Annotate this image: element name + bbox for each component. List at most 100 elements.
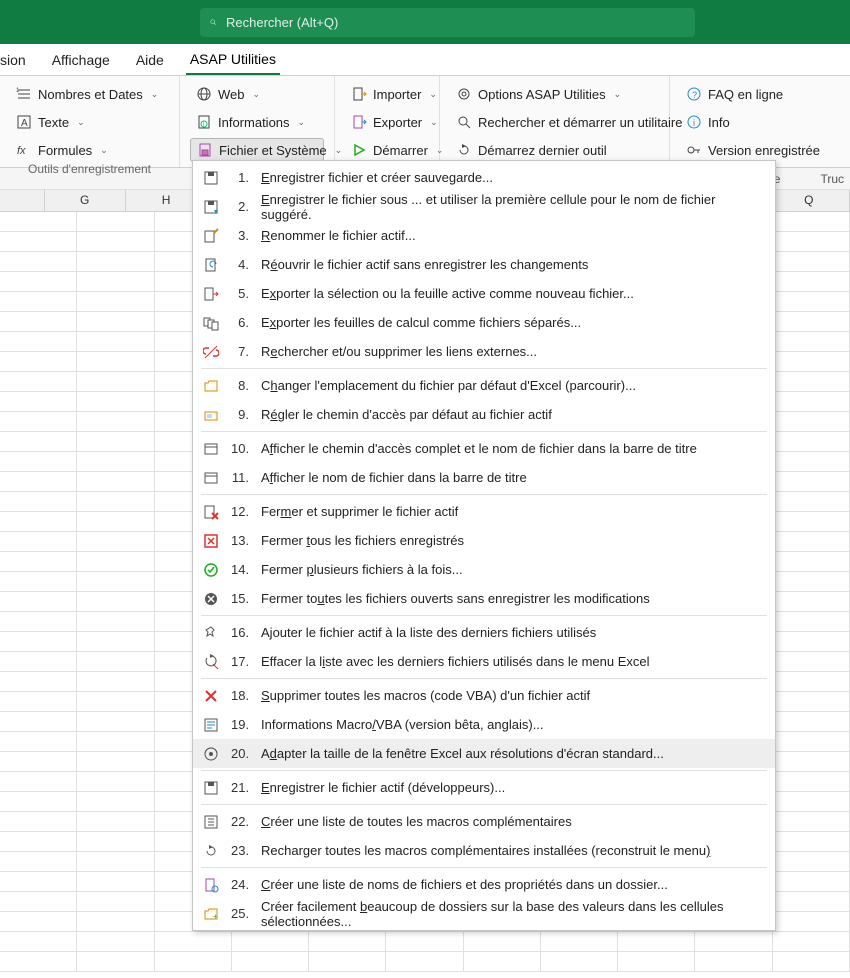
cell[interactable] — [386, 932, 463, 952]
cell[interactable] — [232, 952, 309, 972]
cell[interactable] — [773, 412, 850, 432]
cell[interactable] — [77, 372, 154, 392]
tab-asap-utilities[interactable]: ASAP Utilities — [186, 45, 280, 75]
cell[interactable] — [773, 452, 850, 472]
cell[interactable] — [773, 632, 850, 652]
cell[interactable] — [77, 352, 154, 372]
cell[interactable] — [773, 292, 850, 312]
cell[interactable] — [773, 572, 850, 592]
cell[interactable] — [0, 412, 77, 432]
menu-item-5[interactable]: 5.Exporter la sélection ou la feuille ac… — [193, 279, 775, 308]
cell[interactable] — [77, 912, 154, 932]
cell[interactable] — [0, 912, 77, 932]
cell[interactable] — [0, 392, 77, 412]
cell[interactable] — [773, 712, 850, 732]
cell[interactable] — [0, 212, 77, 232]
menu-item-19[interactable]: 19.Informations Macro/VBA (version bêta,… — [193, 710, 775, 739]
menu-item-18[interactable]: 18.Supprimer toutes les macros (code VBA… — [193, 681, 775, 710]
cell[interactable] — [77, 232, 154, 252]
menu-item-17[interactable]: 17.Effacer la liste avec les derniers fi… — [193, 647, 775, 676]
menu-item-16[interactable]: 16.Ajouter le fichier actif à la liste d… — [193, 618, 775, 647]
cell[interactable] — [773, 852, 850, 872]
cell[interactable] — [0, 252, 77, 272]
cell[interactable] — [386, 952, 463, 972]
cell[interactable] — [773, 912, 850, 932]
demarrer-button[interactable]: Démarrer⌄ — [345, 138, 429, 162]
cell[interactable] — [0, 652, 77, 672]
cell[interactable] — [77, 892, 154, 912]
info-button[interactable]: i Info — [680, 110, 835, 134]
cell[interactable] — [695, 932, 772, 952]
cell[interactable] — [77, 512, 154, 532]
cell[interactable] — [0, 312, 77, 332]
cell[interactable] — [155, 932, 232, 952]
cell[interactable] — [77, 392, 154, 412]
tab-partial-sion[interactable]: sion — [0, 46, 30, 74]
cell[interactable] — [0, 952, 77, 972]
cell[interactable] — [773, 672, 850, 692]
cell[interactable] — [77, 752, 154, 772]
menu-item-20[interactable]: 20.Adapter la taille de la fenêtre Excel… — [193, 739, 775, 768]
cell[interactable] — [77, 212, 154, 232]
version-button[interactable]: Version enregistrée — [680, 138, 835, 162]
cell[interactable] — [773, 432, 850, 452]
cell[interactable] — [695, 952, 772, 972]
cell[interactable] — [77, 572, 154, 592]
cell[interactable] — [773, 652, 850, 672]
cell[interactable] — [77, 872, 154, 892]
cell[interactable] — [0, 232, 77, 252]
tab-aide[interactable]: Aide — [132, 46, 168, 74]
cell[interactable] — [773, 872, 850, 892]
cell[interactable] — [77, 312, 154, 332]
cell[interactable] — [464, 932, 541, 952]
texte-button[interactable]: A Texte⌄ — [10, 110, 169, 134]
cell[interactable] — [0, 872, 77, 892]
menu-item-3[interactable]: 3.Renommer le fichier actif... — [193, 221, 775, 250]
importer-button[interactable]: Importer⌄ — [345, 82, 429, 106]
cell[interactable] — [0, 592, 77, 612]
fichier-et-systeme-button[interactable]: Fichier et Système⌄ — [190, 138, 324, 162]
informations-button[interactable]: i Informations⌄ — [190, 110, 324, 134]
cell[interactable] — [618, 952, 695, 972]
cell[interactable] — [77, 332, 154, 352]
cell[interactable] — [773, 332, 850, 352]
demarrez-dernier-button[interactable]: Démarrez dernier outil — [450, 138, 659, 162]
cell[interactable] — [773, 752, 850, 772]
cell[interactable] — [773, 272, 850, 292]
cell[interactable] — [77, 692, 154, 712]
cell[interactable] — [0, 932, 77, 952]
cell[interactable] — [0, 732, 77, 752]
cell[interactable] — [77, 852, 154, 872]
menu-item-7[interactable]: 7.Rechercher et/ou supprimer les liens e… — [193, 337, 775, 366]
cell[interactable] — [77, 532, 154, 552]
cell[interactable] — [0, 812, 77, 832]
menu-item-2[interactable]: 2.Enregistrer le fichier sous ... et uti… — [193, 192, 775, 221]
cell[interactable] — [773, 792, 850, 812]
cell[interactable] — [0, 272, 77, 292]
menu-item-1[interactable]: 1.Enregistrer fichier et créer sauvegard… — [193, 163, 775, 192]
cell[interactable] — [77, 792, 154, 812]
formules-button[interactable]: fx Formules⌄ — [10, 138, 169, 162]
cell[interactable] — [0, 552, 77, 572]
menu-item-14[interactable]: 14.Fermer plusieurs fichiers à la fois..… — [193, 555, 775, 584]
cell[interactable] — [464, 952, 541, 972]
tab-affichage[interactable]: Affichage — [48, 46, 114, 74]
menu-item-21[interactable]: 21.Enregistrer le fichier actif (dévelop… — [193, 773, 775, 802]
rechercher-demarrer-button[interactable]: Rechercher et démarrer un utilitaire — [450, 110, 659, 134]
cell[interactable] — [0, 712, 77, 732]
cell[interactable] — [773, 692, 850, 712]
cell[interactable] — [77, 632, 154, 652]
faq-button[interactable]: ? FAQ en ligne — [680, 82, 835, 106]
cell[interactable] — [773, 532, 850, 552]
cell[interactable] — [0, 852, 77, 872]
cell[interactable] — [77, 652, 154, 672]
cell[interactable] — [77, 772, 154, 792]
cell[interactable] — [773, 772, 850, 792]
cell[interactable] — [773, 372, 850, 392]
nombres-et-dates-button[interactable]: 1 Nombres et Dates⌄ — [10, 82, 169, 106]
menu-item-10[interactable]: 10.Afficher le chemin d'accès complet et… — [193, 434, 775, 463]
cell[interactable] — [0, 692, 77, 712]
cell[interactable] — [0, 532, 77, 552]
cell[interactable] — [77, 732, 154, 752]
cell[interactable] — [77, 412, 154, 432]
